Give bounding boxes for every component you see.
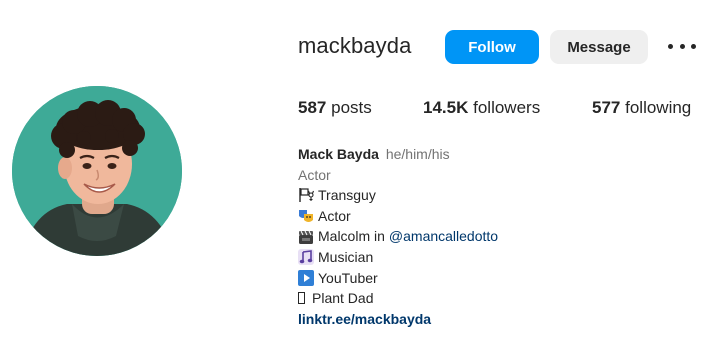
dot: [668, 43, 673, 49]
followers-label: followers: [473, 98, 541, 117]
following-label: following: [625, 98, 692, 117]
follow-button[interactable]: Follow: [445, 30, 539, 64]
avatar-photo: [12, 86, 182, 256]
music-note-icon: [298, 249, 314, 266]
bio-line: Plant Dad: [298, 288, 708, 309]
bio-line-text: YouTuber: [318, 269, 378, 286]
pronouns: he/him/his: [385, 146, 450, 162]
bio-line-text: Plant Dad: [312, 290, 374, 307]
bio-line-text: Actor: [318, 207, 351, 224]
display-name: Mack Bayda: [298, 146, 379, 162]
bio: Mack Bayda he/him/his Actor Transguy Act…: [298, 144, 708, 329]
clapperboard-icon: [298, 229, 314, 245]
bio-link[interactable]: linktr.ee/mackbayda: [298, 309, 708, 330]
username: mackbayda: [298, 33, 412, 58]
bio-name-line: Mack Bayda he/him/his: [298, 144, 708, 165]
bio-line-text: Musician: [318, 248, 374, 265]
bio-line-text: Transguy: [318, 187, 376, 204]
posts-count: 587: [298, 98, 327, 117]
avatar[interactable]: [12, 86, 182, 256]
theater-masks-icon: [298, 208, 314, 224]
bio-line: Musician: [298, 247, 708, 268]
more-options-icon[interactable]: [668, 36, 696, 56]
play-button-icon: [298, 269, 314, 286]
bio-line: Actor: [298, 206, 708, 227]
posts-label: posts: [331, 98, 372, 117]
transgender-flag-icon: [298, 187, 314, 203]
posts-stat: 587 posts: [298, 98, 372, 118]
following-stat[interactable]: 577 following: [592, 98, 691, 118]
bio-line: Transguy: [298, 185, 708, 206]
message-button[interactable]: Message: [550, 30, 648, 64]
missing-glyph-icon: [298, 292, 305, 305]
bio-line: Malcolm in @amancalledotto: [298, 226, 708, 247]
followers-stat[interactable]: 14.5K followers: [423, 98, 540, 118]
category-label: Actor: [298, 166, 331, 183]
followers-count: 14.5K: [423, 98, 469, 117]
bio-line: YouTuber: [298, 268, 708, 289]
mention-link[interactable]: @amancalledotto: [389, 226, 498, 247]
bio-line-text: Malcolm in: [318, 228, 385, 245]
dot: [679, 43, 685, 49]
following-count: 577: [592, 98, 621, 117]
dot: [691, 43, 696, 49]
